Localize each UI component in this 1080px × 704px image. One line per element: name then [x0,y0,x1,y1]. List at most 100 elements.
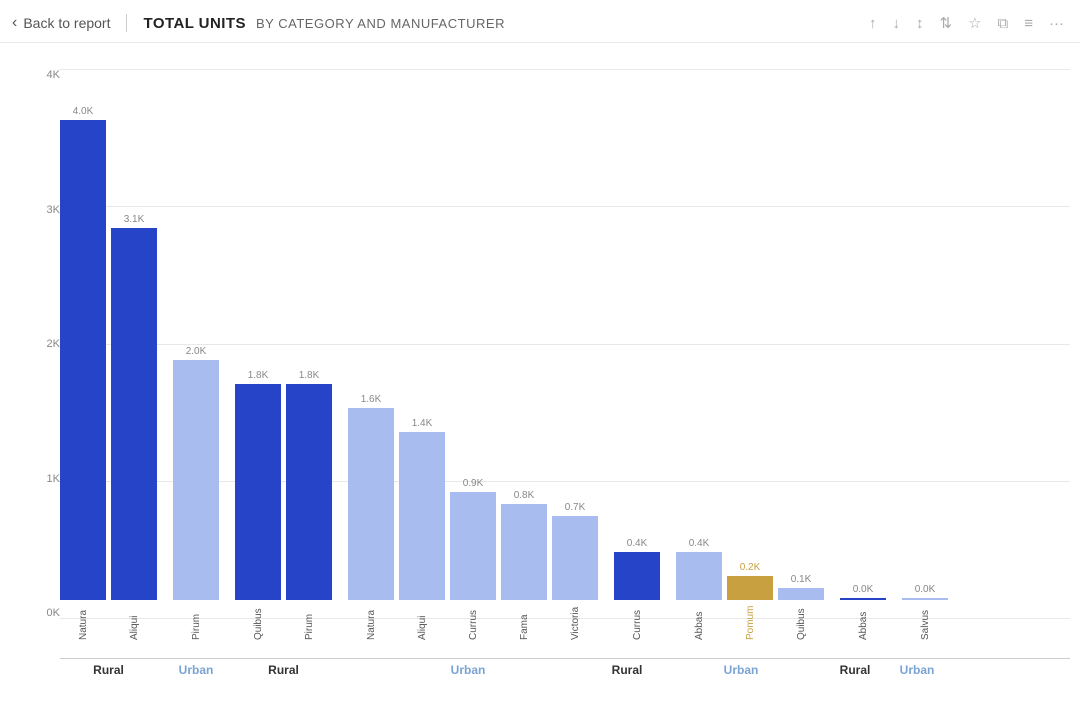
bar-value-11: 0.4K [627,538,648,549]
x-label-abbas-rural: Abbas [840,604,886,640]
bar-value-6: 1.6K [361,394,382,405]
bar-value-5: 1.8K [299,370,320,381]
filter-icon[interactable]: ⇅ [939,14,952,32]
x-label-name-7: Aliqui [417,604,428,640]
x-label-victoria-urban: Victoria [552,604,598,640]
category-urban-2: Urban [348,661,588,679]
x-label-currus-urban: Currus [450,604,496,640]
x-label-aliqui-urban: Aliqui [399,604,445,640]
menu-icon[interactable]: ≡ [1024,15,1033,32]
bar-value-4: 1.8K [248,370,269,381]
bar-group-16: 0.0K [902,584,948,600]
bar-4 [235,384,281,600]
x-label-name-9: Fama [519,604,530,640]
back-link[interactable]: ‹ Back to report [12,14,127,32]
bar-group-3: 2.0K [173,346,219,600]
category-label-urban-4: Urban [900,663,935,677]
bar-value-9: 0.8K [514,490,535,501]
x-label-name-12: Abbas [694,604,705,640]
bar-9 [501,504,547,600]
category-urban-3: Urban [666,661,816,679]
sort-asc-icon[interactable]: ↑ [869,15,877,32]
y-label-1k: 1K [47,473,60,485]
bar-value-13: 0.2K [740,562,761,573]
x-label-natura-urban: Natura [348,604,394,640]
x-label-name-2: Aliqui [129,604,140,640]
category-label-rural-4: Rural [840,663,871,677]
x-label-name-15: Abbas [858,604,869,640]
category-urban-1: Urban [173,661,219,679]
bar-value-7: 1.4K [412,418,433,429]
x-label-fama-urban: Fama [501,604,547,640]
category-label-rural-2: Rural [268,663,299,677]
bar-value-10: 0.7K [565,502,586,513]
bar-group-9: 0.8K [501,490,547,600]
category-label-urban-3: Urban [724,663,759,677]
bar-group-1: 4.0K [60,106,106,600]
y-label-0k: 0K [47,607,60,619]
x-label-natura-rural: Natura [60,604,106,640]
bar-10 [552,516,598,600]
bar-value-8: 0.9K [463,478,484,489]
y-label-4k: 4K [47,69,60,81]
more-icon[interactable]: ··· [1049,15,1064,32]
x-label-name-16: Salvus [920,604,931,640]
bar-group-7: 1.4K [399,418,445,600]
bar-group-10: 0.7K [552,502,598,600]
category-labels-row: Rural Urban Rural Urban Rural [60,658,1070,679]
header-icons: ↑ ↓ ↕ ⇅ ☆ ⧉ ≡ ··· [869,14,1064,32]
y-axis: 4K 3K 2K 1K 0K [24,59,60,679]
x-label-salvus-urban: Salvus [902,604,948,640]
bookmark-icon[interactable]: ☆ [968,14,981,32]
y-label-2k: 2K [47,338,60,350]
bar-value-1: 4.0K [73,106,94,117]
bar-value-3: 2.0K [186,346,207,357]
bar-group-15: 0.0K [840,584,886,600]
x-label-aliqui-rural: Aliqui [111,604,157,640]
x-label-name-3: Pirum [191,604,202,640]
bar-7 [399,432,445,600]
category-rural-2: Rural [235,661,332,679]
category-rural-4: Rural [832,661,878,679]
x-label-name-11: Currus [632,604,643,640]
bar-group-5: 1.8K [286,370,332,600]
x-label-name-1: Natura [78,604,89,640]
back-label: Back to report [23,15,110,31]
x-label-name-6: Natura [366,604,377,640]
category-label-rural-1: Rural [93,663,124,677]
category-label-urban-2: Urban [451,663,486,677]
bar-value-14: 0.1K [791,574,812,585]
category-rural-3: Rural [604,661,650,679]
x-label-pirum-urban: Pirum [173,604,219,640]
bar-5 [286,384,332,600]
bar-8 [450,492,496,600]
x-label-currus-rural: Currus [614,604,660,640]
bar-1 [60,120,106,600]
bar-14 [778,588,824,600]
copy-icon[interactable]: ⧉ [998,15,1009,32]
chart-area: 4K 3K 2K 1K 0K 4.0K 3.1K [0,43,1080,679]
bar-value-15: 0.0K [853,584,874,595]
header-left: ‹ Back to report TOTAL UNITS BY CATEGORY… [12,14,505,32]
bar-16 [902,598,948,600]
bar-11 [614,552,660,600]
bar-group-2: 3.1K [111,214,157,600]
bar-6 [348,408,394,600]
page-header: ‹ Back to report TOTAL UNITS BY CATEGORY… [0,0,1080,43]
bar-group-13: 0.2K [727,562,773,600]
x-label-pirum-rural: Pirum [286,604,332,640]
y-label-3k: 3K [47,204,60,216]
bar-value-16: 0.0K [915,584,936,595]
bar-12 [676,552,722,600]
bars-row: 4.0K 3.1K 2.0K 1.8K [60,59,1070,600]
bar-group-11: 0.4K [614,538,660,600]
category-urban-4: Urban [894,661,940,679]
sort-desc-icon[interactable]: ↓ [892,15,900,32]
bar-value-12: 0.4K [689,538,710,549]
title-main: TOTAL UNITS [143,15,245,32]
header-title: TOTAL UNITS BY CATEGORY AND MANUFACTURER [127,15,505,32]
sort-both-icon[interactable]: ↕ [916,15,924,32]
title-sub: BY CATEGORY AND MANUFACTURER [256,16,505,31]
x-label-name-5: Pirum [304,604,315,640]
category-label-rural-3: Rural [612,663,643,677]
